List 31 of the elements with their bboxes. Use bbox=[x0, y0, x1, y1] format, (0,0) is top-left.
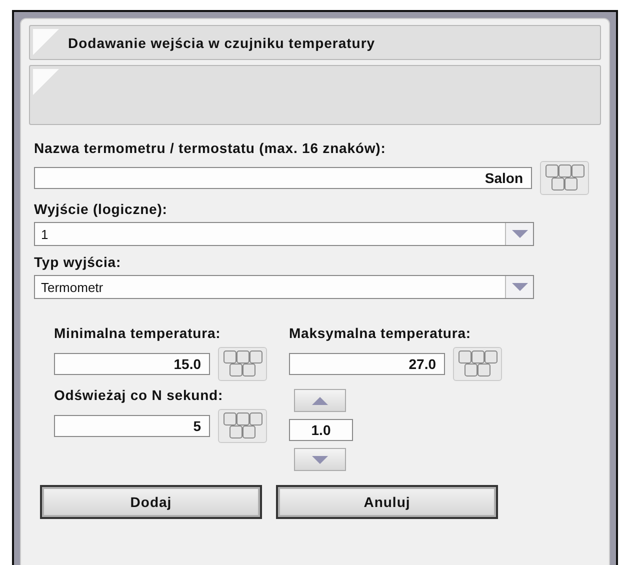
field-label: Wyjście (logiczne): bbox=[34, 201, 168, 217]
increment-button[interactable] bbox=[294, 389, 346, 412]
field-label: Minimalna temperatura: bbox=[54, 325, 222, 341]
field-label: Typ wyjścia: bbox=[34, 254, 122, 270]
down-arrow-icon bbox=[312, 456, 328, 464]
up-arrow-icon bbox=[312, 396, 328, 404]
dialog-title: Dodawanie wejścia w czujniku temperatury bbox=[68, 34, 376, 50]
step-input[interactable]: 1.0 bbox=[289, 419, 353, 441]
max-temperature-input[interactable]: 27.0 bbox=[289, 353, 445, 375]
decrement-button[interactable] bbox=[294, 448, 346, 471]
keypad-button[interactable] bbox=[218, 347, 267, 381]
keypad-icon bbox=[222, 412, 262, 440]
keypad-button[interactable] bbox=[453, 347, 502, 381]
keypad-icon bbox=[544, 164, 584, 192]
add-button[interactable]: Dodaj bbox=[40, 485, 262, 519]
down-arrow-icon bbox=[512, 230, 528, 238]
field-label: Maksymalna temperatura: bbox=[289, 325, 472, 341]
keypad-icon bbox=[222, 350, 262, 378]
cancel-button[interactable]: Anuluj bbox=[276, 485, 498, 519]
field-label: Nazwa termometru / termostatu (max. 16 znaków): bbox=[34, 140, 387, 156]
down-arrow-icon bbox=[512, 283, 528, 291]
min-temperature-input[interactable]: 15.0 bbox=[54, 353, 210, 375]
keypad-icon bbox=[458, 350, 498, 378]
corner-mark bbox=[33, 69, 59, 95]
dropdown[interactable]: Termometr bbox=[34, 275, 534, 299]
field-label: Odświeżaj co N sekund: bbox=[54, 387, 224, 403]
refresh-input[interactable]: 5 bbox=[54, 415, 210, 437]
dropdown[interactable]: 1 bbox=[34, 222, 534, 246]
keypad-button[interactable] bbox=[540, 161, 589, 195]
keypad-button[interactable] bbox=[218, 409, 267, 443]
name-input[interactable]: Salon bbox=[34, 167, 532, 189]
